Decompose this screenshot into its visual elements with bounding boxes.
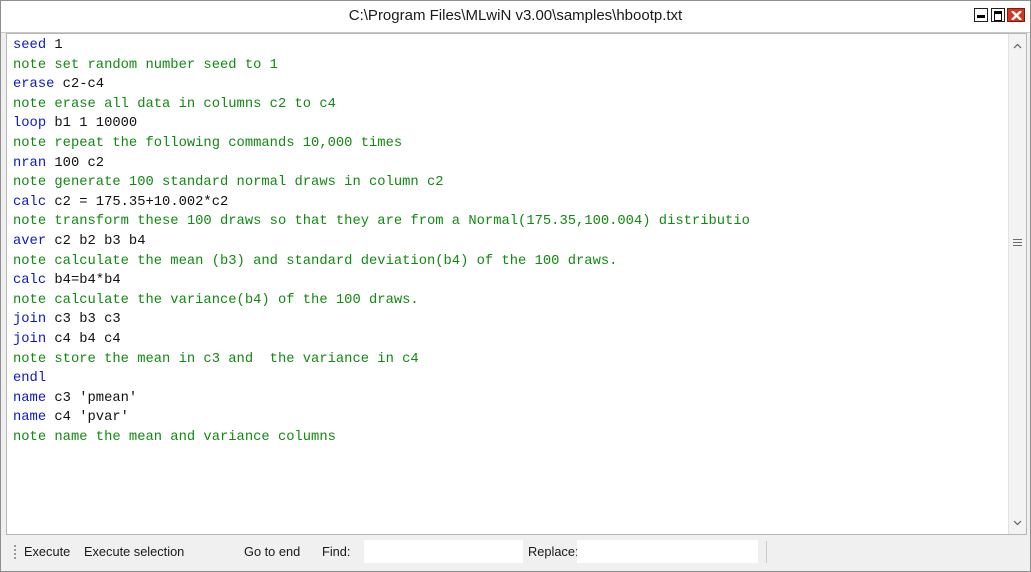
script-window: C:\Program Files\MLwiN v3.00\samples\hbo… [0, 0, 1031, 572]
command-arguments: c2-c4 [54, 77, 105, 93]
script-line[interactable]: name c3 'pmean' [13, 389, 1003, 409]
command-arguments: 1 [46, 38, 63, 53]
maximize-icon[interactable] [991, 8, 1005, 22]
command-arguments: c4 b4 c4 [46, 331, 121, 347]
command-toolbar: Execute Execute selection Go to end Find… [6, 537, 1025, 567]
note-text: note store the mean in c3 and the varian… [13, 351, 419, 367]
script-line[interactable]: seed 1 [13, 36, 1003, 56]
execute-button[interactable]: Execute [24, 544, 70, 559]
note-text: note erase all data in columns c2 to c4 [13, 96, 336, 112]
command-arguments: c4 'pvar' [46, 410, 129, 426]
minimize-icon[interactable] [974, 8, 988, 22]
note-text: note calculate the variance(b4) of the 1… [13, 292, 419, 308]
command-keyword: name [13, 410, 47, 426]
toolbar-grip-icon[interactable] [14, 545, 16, 559]
command-keyword: loop [13, 116, 47, 132]
title-bar[interactable]: C:\Program Files\MLwiN v3.00\samples\hbo… [1, 1, 1030, 33]
command-arguments: c2 = 175.35+10.002*c2 [46, 194, 229, 210]
find-label: Find: [322, 544, 351, 559]
note-text: note transform these 100 draws so that t… [13, 214, 750, 230]
command-keyword: aver [13, 233, 47, 249]
script-line[interactable]: nran 100 c2 [13, 154, 1003, 174]
script-line[interactable]: note calculate the mean (b3) and standar… [13, 252, 1003, 272]
command-keyword: join [13, 331, 47, 347]
command-arguments: c2 b2 b3 b4 [46, 233, 146, 249]
command-arguments: b4=b4*b4 [46, 273, 121, 289]
note-text: note calculate the mean (b3) and standar… [13, 253, 618, 269]
command-arguments: c3 b3 c3 [46, 312, 121, 328]
command-keyword: join [13, 312, 47, 328]
command-arguments: 100 c2 [46, 155, 105, 171]
command-keyword: endl [13, 371, 47, 387]
script-line[interactable]: calc b4=b4*b4 [13, 271, 1003, 291]
script-line[interactable]: endl [13, 369, 1003, 389]
script-text[interactable]: seed 1 note set random number seed to 1 er… [13, 36, 1003, 447]
script-line[interactable]: join c4 b4 c4 [13, 330, 1003, 350]
script-line[interactable]: note calculate the variance(b4) of the 1… [13, 291, 1003, 311]
replace-input[interactable] [577, 540, 758, 563]
scroll-up-icon[interactable] [1013, 42, 1022, 51]
script-line[interactable]: note transform these 100 draws so that t… [13, 212, 1003, 232]
command-keyword: seed [13, 38, 47, 53]
replace-label: Replace: [528, 544, 579, 559]
script-line[interactable]: note name the mean and variance columns [13, 428, 1003, 448]
vertical-scrollbar[interactable] [1008, 34, 1026, 534]
command-keyword: name [13, 390, 47, 406]
toolbar-separator [766, 541, 767, 563]
script-line[interactable]: calc c2 = 175.35+10.002*c2 [13, 193, 1003, 213]
command-arguments: b1 1 10000 [46, 116, 138, 132]
script-line[interactable]: note repeat the following commands 10,00… [13, 134, 1003, 154]
note-text: note set random number seed to 1 [13, 57, 278, 73]
go-to-end-button[interactable]: Go to end [244, 544, 300, 559]
script-editor[interactable]: seed 1 note set random number seed to 1 er… [6, 33, 1027, 535]
script-line[interactable]: note store the mean in c3 and the varian… [13, 350, 1003, 370]
find-input[interactable] [364, 540, 523, 563]
script-line[interactable]: aver c2 b2 b3 b4 [13, 232, 1003, 252]
window-title: C:\Program Files\MLwiN v3.00\samples\hbo… [348, 7, 683, 24]
script-line[interactable]: note set random number seed to 1 [13, 56, 1003, 76]
scrollbar-grip-icon[interactable] [1013, 239, 1022, 248]
command-keyword: erase [13, 77, 55, 93]
script-line[interactable]: note generate 100 standard normal draws … [13, 173, 1003, 193]
note-text: note generate 100 standard normal draws … [13, 175, 444, 191]
command-keyword: calc [13, 194, 47, 210]
script-line[interactable]: loop b1 1 10000 [13, 114, 1003, 134]
command-keyword: nran [13, 155, 47, 171]
note-text: note repeat the following commands 10,00… [13, 135, 403, 151]
script-line[interactable]: note erase all data in columns c2 to c4 [13, 95, 1003, 115]
script-line[interactable]: erase c2-c4 [13, 75, 1003, 95]
script-line[interactable]: join c3 b3 c3 [13, 310, 1003, 330]
command-arguments: c3 'pmean' [46, 390, 138, 406]
note-text: note name the mean and variance columns [13, 429, 336, 445]
scroll-down-icon[interactable] [1013, 518, 1022, 527]
execute-selection-button[interactable]: Execute selection [84, 544, 184, 559]
close-icon[interactable] [1007, 8, 1025, 22]
command-keyword: calc [13, 273, 47, 289]
script-line[interactable]: name c4 'pvar' [13, 408, 1003, 428]
